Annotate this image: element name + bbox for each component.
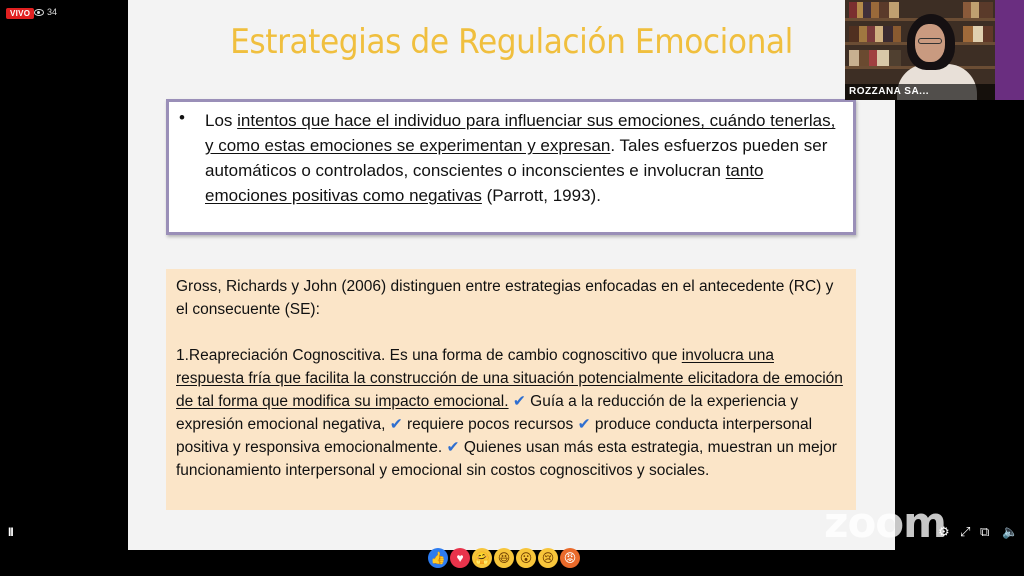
sad-reaction-icon[interactable]: 😢 bbox=[538, 548, 558, 568]
zoom-logo: zoom bbox=[824, 498, 947, 547]
reaction-bar: 👍 ♥ 🤗 😆 😮 😢 😡 bbox=[428, 548, 580, 568]
definition-citation: (Parrott, 1993). bbox=[481, 186, 601, 205]
presentation-slide: Estrategias de Regulación Emocional • Lo… bbox=[128, 0, 895, 550]
love-reaction-icon[interactable]: ♥ bbox=[450, 548, 470, 568]
pause-icon[interactable]: II bbox=[8, 525, 14, 539]
participant-name: ROZZANA SA... bbox=[845, 84, 995, 100]
volume-icon[interactable]: 🔈 bbox=[1002, 524, 1018, 540]
definition-box: • Los intentos que hace el individuo par… bbox=[166, 99, 856, 235]
gear-icon[interactable]: ⚙ bbox=[938, 524, 950, 540]
strategy-box: Gross, Richards y John (2006) distinguen… bbox=[166, 269, 856, 510]
strategy-paragraph: 1.Reapreciación Cognoscitiva. Es una for… bbox=[176, 347, 843, 479]
checkmark-icon: ✔ bbox=[577, 416, 591, 433]
like-reaction-icon[interactable]: 👍 bbox=[428, 548, 448, 568]
expand-icon[interactable]: ⤢ bbox=[960, 524, 970, 540]
eye-icon bbox=[34, 8, 44, 16]
participant-video[interactable]: ROZZANA SA... bbox=[845, 0, 995, 100]
glasses bbox=[918, 38, 942, 44]
checkmark-icon: ✔ bbox=[389, 416, 403, 433]
bullet: • bbox=[179, 108, 185, 127]
strategy-text: Gross, Richards y John (2006) distinguen… bbox=[176, 275, 846, 482]
live-badge: VIVO bbox=[6, 8, 35, 19]
care-reaction-icon[interactable]: 🤗 bbox=[472, 548, 492, 568]
strategy-intro: Gross, Richards y John (2006) distinguen… bbox=[176, 278, 834, 318]
viewer-count-value: 34 bbox=[47, 7, 58, 17]
video-edge bbox=[995, 0, 1024, 100]
angry-reaction-icon[interactable]: 😡 bbox=[560, 548, 580, 568]
wow-reaction-icon[interactable]: 😮 bbox=[516, 548, 536, 568]
pip-icon[interactable]: ⧉ bbox=[980, 524, 989, 540]
definition-text: Los intentos que hace el individuo para … bbox=[205, 108, 843, 208]
haha-reaction-icon[interactable]: 😆 bbox=[494, 548, 514, 568]
definition-seg: Los bbox=[205, 111, 238, 130]
slide-title: Estrategias de Regulación Emocional bbox=[230, 22, 793, 62]
checkmark-icon: ✔ bbox=[512, 393, 526, 410]
viewer-count: 34 bbox=[34, 7, 57, 17]
checkmark-icon: ✔ bbox=[446, 439, 460, 456]
